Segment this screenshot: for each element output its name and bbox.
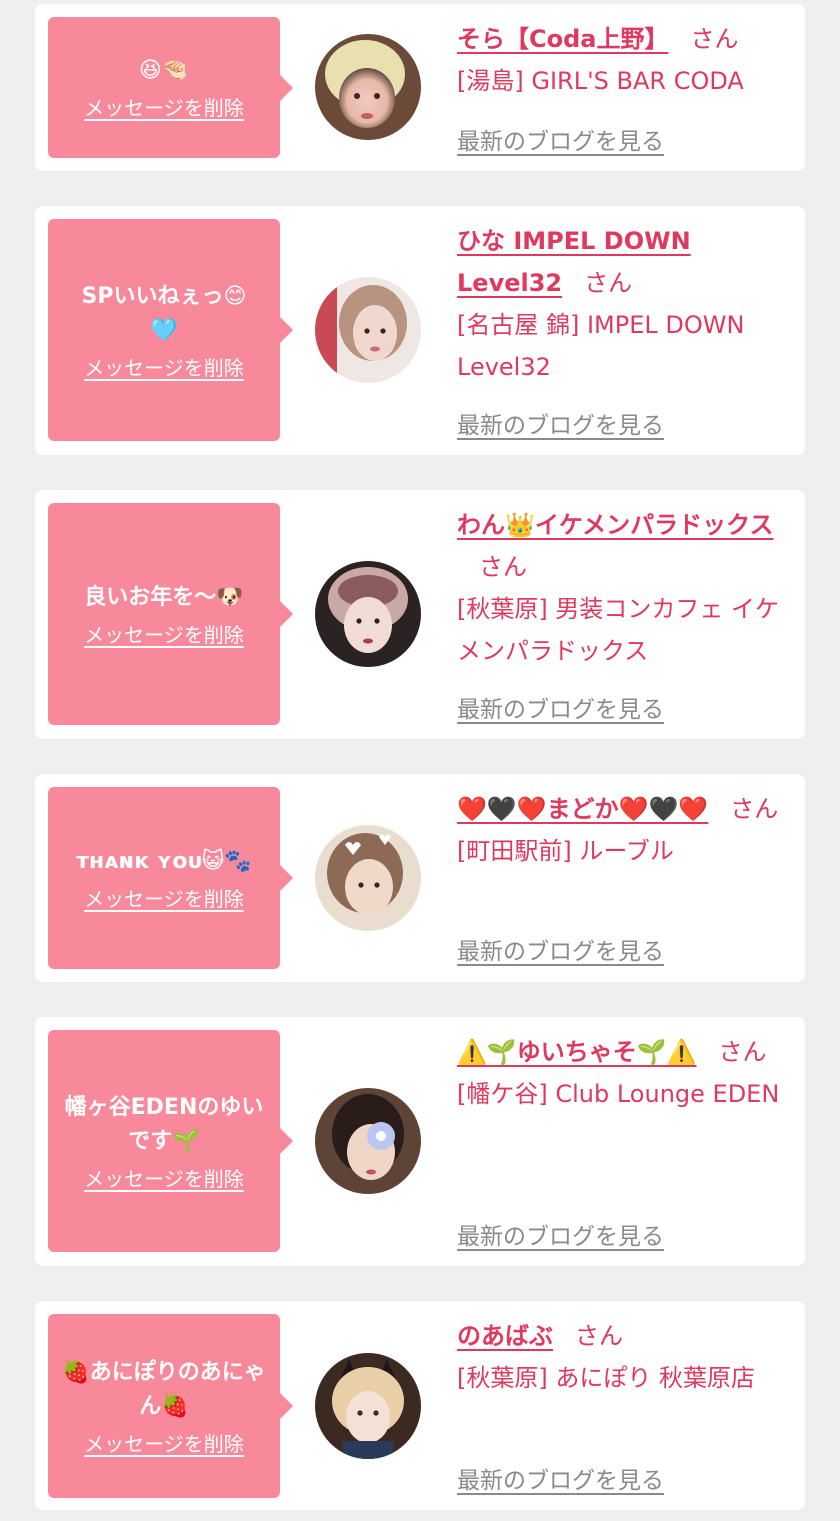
message-text: 幡ヶ谷EDENのゆいです🌱 — [64, 1094, 264, 1154]
cast-info: ひな IMPEL DOWN Level32 さん [名古屋 錦] IMPEL DO… — [457, 220, 795, 388]
avatar-photo-flower — [315, 1088, 421, 1194]
latest-blog-link[interactable]: 最新のブログを見る — [457, 1217, 664, 1251]
shop-name: [秋葉原] 男装コンカフェ イケメンパラドックス — [457, 595, 779, 665]
message-bubble: 幡ヶ谷EDENのゆいです🌱 メッセージを削除 — [48, 1030, 293, 1252]
cast-info: そら【Coda上野】 さん [湯島] GIRL'S BAR CODA — [457, 18, 795, 102]
cast-name-link[interactable]: ひな IMPEL DOWN Level32 — [457, 227, 691, 297]
message-bubble: 😆🤏🏻 メッセージを削除 — [48, 17, 293, 158]
cast-name-link[interactable]: そら【Coda上野】 — [457, 25, 668, 53]
message-bubble: ᴛʜᴀɴᴋ ʏᴏᴜ😺🐾 メッセージを削除 — [48, 787, 293, 969]
latest-blog-link[interactable]: 最新のブログを見る — [457, 932, 664, 966]
avatar-photo-hearts — [315, 825, 421, 931]
delete-message-link[interactable]: メッセージを削除 — [84, 352, 244, 381]
avatar[interactable] — [315, 34, 421, 140]
message-bubble: 🍓あにぽりのあにゃん🍓 メッセージを削除 — [48, 1314, 293, 1498]
avatar-photo-catears — [315, 1353, 421, 1459]
avatar[interactable] — [315, 825, 421, 931]
message-text: 🍓あにぽりのあにゃん🍓 — [62, 1359, 266, 1419]
delete-message-link[interactable]: メッセージを削除 — [84, 883, 244, 912]
cast-info: わん👑イケメンパラドックスさん [秋葉原] 男装コンカフェ イケメンパラドックス — [457, 504, 795, 672]
honorific: さん — [718, 1038, 767, 1066]
message-card: 良いお年を〜🐶 メッセージを削除 わん👑イケメンパラドックスさん [秋葉原] 男… — [35, 490, 805, 739]
message-card: ᴛʜᴀɴᴋ ʏᴏᴜ😺🐾 メッセージを削除 ❤️🖤❤️まどか❤️🖤❤️ さん [町田… — [35, 774, 805, 982]
cast-name-link[interactable]: のあばぶ — [457, 1322, 553, 1350]
message-card: 😆🤏🏻 メッセージを削除 そら【Coda上野】 さん [湯島] GIRL'S B… — [35, 4, 805, 171]
latest-blog-link[interactable]: 最新のブログを見る — [457, 406, 664, 440]
message-text: SPいいねぇっ😊 🩵 — [81, 283, 247, 343]
message-bubble: SPいいねぇっ😊 🩵 メッセージを削除 — [48, 219, 293, 441]
cast-name-link[interactable]: わん👑イケメンパラドックス — [457, 511, 773, 539]
avatar[interactable] — [315, 1088, 421, 1194]
avatar-photo-blonde — [315, 34, 421, 140]
honorific: さん — [479, 553, 527, 581]
message-text: 良いお年を〜🐶 — [84, 584, 244, 610]
message-bubble: 良いお年を〜🐶 メッセージを削除 — [48, 503, 293, 725]
shop-name: [名古屋 錦] IMPEL DOWN Level32 — [457, 311, 745, 381]
message-text: ᴛʜᴀɴᴋ ʏᴏᴜ😺🐾 — [76, 848, 252, 874]
honorific: さん — [575, 1322, 623, 1350]
latest-blog-link[interactable]: 最新のブログを見る — [457, 690, 664, 724]
shop-name: [湯島] GIRL'S BAR CODA — [457, 67, 744, 95]
message-text: 😆🤏🏻 — [138, 58, 190, 83]
avatar-photo-ash-hair — [315, 561, 421, 667]
cast-info: のあばぶ さん [秋葉原] あにぽり 秋葉原店 — [457, 1315, 795, 1399]
honorific: さん — [584, 269, 633, 297]
cast-info: ❤️🖤❤️まどか❤️🖤❤️ さん [町田駅前] ルーブル — [457, 788, 795, 872]
honorific: さん — [690, 25, 739, 53]
delete-message-link[interactable]: メッセージを削除 — [84, 1428, 244, 1457]
message-list: 😆🤏🏻 メッセージを削除 そら【Coda上野】 さん [湯島] GIRL'S B… — [0, 0, 840, 1521]
shop-name: [幡ケ谷] Club Lounge EDEN — [457, 1080, 780, 1108]
delete-message-link[interactable]: メッセージを削除 — [84, 1163, 244, 1192]
message-card: 幡ヶ谷EDENのゆいです🌱 メッセージを削除 ⚠️🌱ゆいちゃそ🌱⚠️ さん [幡ケ… — [35, 1017, 805, 1266]
latest-blog-link[interactable]: 最新のブログを見る — [457, 122, 664, 156]
message-card: SPいいねぇっ😊 🩵 メッセージを削除 ひな IMPEL DOWN Level3… — [35, 206, 805, 455]
shop-name: [秋葉原] あにぽり 秋葉原店 — [457, 1364, 755, 1392]
avatar[interactable] — [315, 561, 421, 667]
delete-message-link[interactable]: メッセージを削除 — [84, 619, 244, 648]
delete-message-link[interactable]: メッセージを削除 — [84, 92, 244, 121]
cast-name-link[interactable]: ⚠️🌱ゆいちゃそ🌱⚠️ — [457, 1038, 697, 1066]
cast-name-link[interactable]: ❤️🖤❤️まどか❤️🖤❤️ — [457, 795, 708, 823]
avatar-photo-light-brown — [315, 277, 421, 383]
honorific: さん — [730, 795, 779, 823]
latest-blog-link[interactable]: 最新のブログを見る — [457, 1461, 664, 1495]
message-card: 🍓あにぽりのあにゃん🍓 メッセージを削除 のあばぶ さん [秋葉原] あにぽり 秋… — [35, 1301, 805, 1510]
avatar[interactable] — [315, 1353, 421, 1459]
cast-info: ⚠️🌱ゆいちゃそ🌱⚠️ さん [幡ケ谷] Club Lounge EDEN — [457, 1031, 795, 1115]
avatar[interactable] — [315, 277, 421, 383]
shop-name: [町田駅前] ルーブル — [457, 837, 674, 865]
